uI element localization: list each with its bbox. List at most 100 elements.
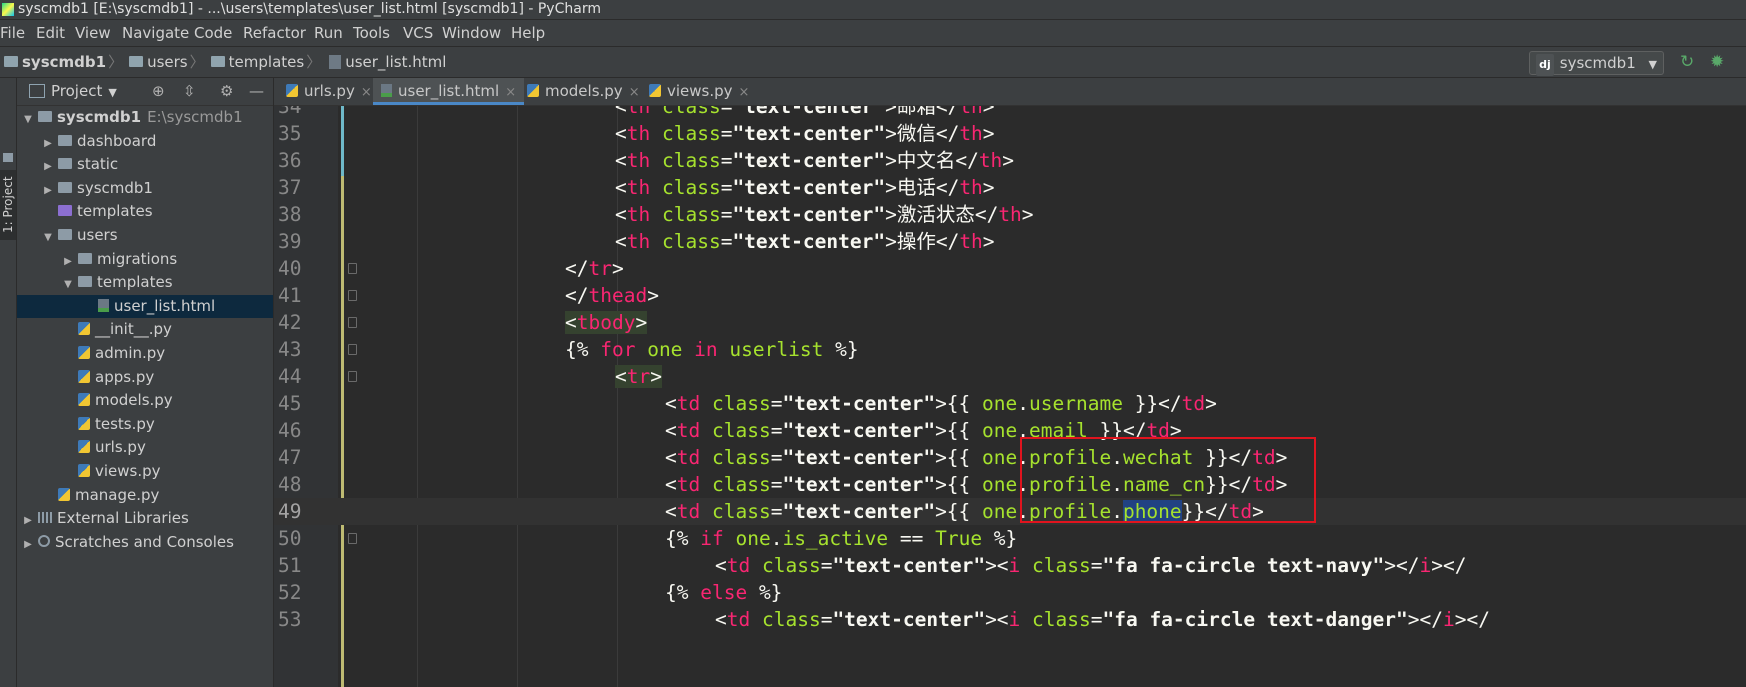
chevron-right-icon[interactable]: ▶ [41,179,55,203]
menu-edit[interactable]: Edit [36,20,71,46]
code-line[interactable]: 49 <td class="text-center">{{ one.profile… [274,498,1746,525]
code-line[interactable]: 52 {% else %} [274,579,1746,606]
menu-navigate[interactable]: Navigate [122,20,195,46]
tree-item[interactable]: ▼ users [17,224,273,248]
menu-run[interactable]: Run [314,20,349,46]
code-line[interactable]: 43 {% for one in userlist %} [274,336,1746,363]
code-line[interactable]: 42 <tbody> [274,309,1746,336]
code-token: 邮箱 [896,106,936,118]
code-line[interactable]: 50 {% if one.is_active == True %} [274,525,1746,552]
menu-tools[interactable]: Tools [353,20,396,46]
line-number: 37 [278,176,302,199]
code-line[interactable]: 41 </thead> [274,282,1746,309]
project-tool-button[interactable]: 1: Project [0,170,16,240]
tab-models-py[interactable]: models.py × [519,78,648,105]
tree-item[interactable]: templates [17,200,273,224]
breadcrumb-root[interactable]: syscmdb1 [0,47,106,77]
code-token: </ [974,203,999,226]
tree-item[interactable]: __init__.py [17,318,273,342]
code-line[interactable]: 40 </tr> [274,255,1746,282]
fold-marker-icon[interactable] [348,371,357,382]
breadcrumb-users[interactable]: users [125,47,188,77]
tree-item[interactable]: ▶ static [17,153,273,177]
run-configuration-select[interactable]: dj syscmdb1 ▼ [1529,51,1664,76]
chevron-down-icon[interactable]: ▼ [108,86,116,99]
code-text: </thead> [565,282,659,309]
tree-item[interactable]: manage.py [17,484,273,508]
gear-icon[interactable]: ⚙ [220,78,233,105]
menu-help[interactable]: Help [511,20,551,46]
code-line[interactable]: 44 <tr> [274,363,1746,390]
code-token: one [982,500,1018,523]
menu-vcs[interactable]: VCS [403,20,439,46]
fold-marker-icon[interactable] [348,263,357,274]
tree-item[interactable]: ▶ dashboard [17,130,273,154]
code-token: "fa fa-circle text-navy" [1102,554,1385,577]
project-view-select[interactable]: Project [51,82,102,100]
code-line[interactable]: 36 <th class="text-center">中文名</th> [274,147,1746,174]
tab-views-py[interactable]: views.py × [641,78,757,105]
code-line[interactable]: 48 <td class="text-center">{{ one.profile… [274,471,1746,498]
structure-tool-icon[interactable] [3,153,13,162]
tree-item[interactable]: models.py [17,389,273,413]
code-line[interactable]: 51 <td class="text-center"><i class="fa f… [274,552,1746,579]
menu-refactor[interactable]: Refactor [243,20,312,46]
menu-window[interactable]: Window [442,20,507,46]
chevron-down-icon[interactable]: ▼ [21,108,35,132]
chevron-right-icon[interactable]: ▶ [41,155,55,179]
breadcrumb-templates[interactable]: templates [207,47,304,77]
code-line[interactable]: 35 <th class="text-center">微信</th> [274,120,1746,147]
code-line[interactable]: 46 <td class="text-center">{{ one.email }… [274,417,1746,444]
chevron-right-icon[interactable]: ▶ [61,250,75,274]
code-editor[interactable]: 34 <th class="text-center">邮箱</th> 35 <th c… [274,106,1746,687]
menu-code[interactable]: Code [194,20,238,46]
tree-item[interactable]: admin.py [17,342,273,366]
code-token: th [978,149,1003,172]
tree-item[interactable]: tests.py [17,413,273,437]
tree-item[interactable]: user_list.html [17,294,273,319]
code-line[interactable]: 38 <th class="text-center">激活状态</th> [274,201,1746,228]
python-file-icon [527,84,539,97]
locate-icon[interactable]: ⊕ [152,78,165,105]
hide-panel-icon[interactable]: — [249,78,264,105]
tree-item[interactable]: apps.py [17,366,273,390]
chevron-right-icon[interactable]: ▶ [21,509,35,533]
close-icon[interactable]: × [629,85,640,100]
code-line[interactable]: 34 <th class="text-center">邮箱</th> [274,106,1746,120]
debug-icon[interactable]: ✹ [1710,53,1728,71]
chevron-down-icon[interactable]: ▼ [41,226,55,250]
tree-item[interactable]: views.py [17,460,273,484]
chevron-right-icon[interactable]: ▶ [21,533,35,557]
collapse-all-icon[interactable]: ⇳ [183,78,196,105]
breadcrumb-file[interactable]: user_list.html [323,47,446,77]
tree-item[interactable]: ▶ syscmdb1 [17,177,273,201]
code-line[interactable]: 45 <td class="text-center">{{ one.usernam… [274,390,1746,417]
tree-item[interactable]: urls.py [17,436,273,460]
close-icon[interactable]: × [505,85,516,100]
close-icon[interactable]: × [361,85,372,100]
fold-marker-icon[interactable] [348,344,357,355]
code-line[interactable]: 53 <td class="text-center"><i class="fa f… [274,606,1746,633]
rerun-icon[interactable]: ↻ [1680,53,1698,71]
fold-marker-icon[interactable] [348,317,357,328]
tab-urls-py[interactable]: urls.py × [278,78,380,105]
code-token: > [647,284,659,307]
code-line[interactable]: 37 <th class="text-center">电话</th> [274,174,1746,201]
fold-marker-icon[interactable] [348,533,357,544]
tree-item[interactable]: ▶ migrations [17,248,273,272]
tree-item[interactable]: ▶ Scratches and Consoles [17,531,273,555]
menu-view[interactable]: View [75,20,117,46]
code-token: "text-center" [732,203,886,226]
tree-item[interactable]: ▶ External Libraries [17,507,273,531]
close-icon[interactable]: × [739,85,750,100]
tree-item[interactable]: ▼ syscmdb1 E:\syscmdb1 [17,106,273,130]
code-line[interactable]: 39 <th class="text-center">操作</th> [274,228,1746,255]
code-text: <td class="text-center"><i class="fa fa-… [715,552,1466,579]
tab-user-list-html[interactable]: user_list.html × [373,78,525,105]
chevron-down-icon[interactable]: ▼ [61,273,75,297]
fold-marker-icon[interactable] [348,290,357,301]
chevron-right-icon[interactable]: ▶ [41,132,55,156]
tree-item[interactable]: ▼ templates [17,271,273,295]
code-line[interactable]: 47 <td class="text-center">{{ one.profile… [274,444,1746,471]
menu-file[interactable]: File [0,20,31,46]
